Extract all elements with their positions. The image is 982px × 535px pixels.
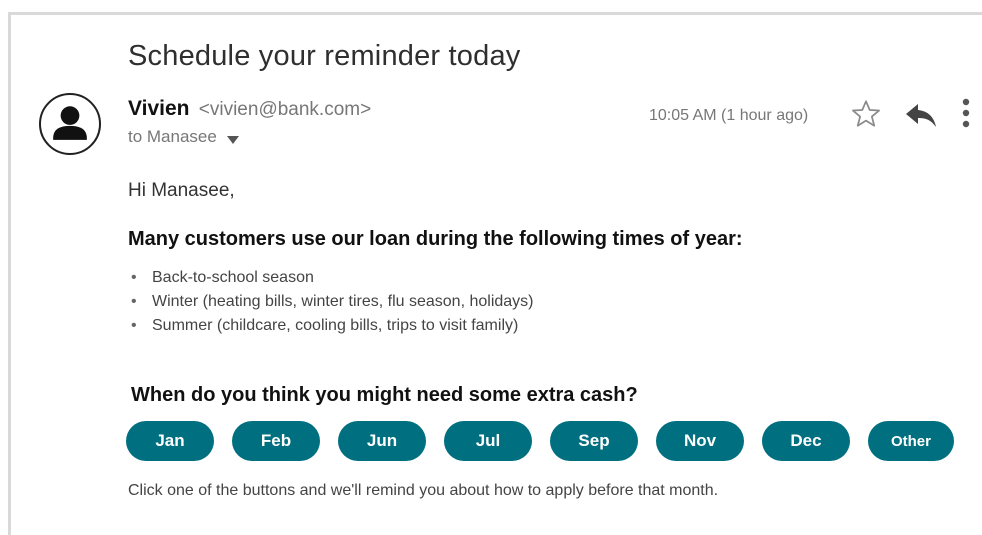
sender-email: <vivien@bank.com> (198, 99, 372, 120)
month-button-jan[interactable]: Jan (126, 421, 214, 461)
recipient-label: to Manasee (128, 127, 217, 146)
month-button-jun[interactable]: Jun (338, 421, 426, 461)
sender-avatar (39, 93, 101, 155)
month-buttons: Jan Feb Jun Jul Sep Nov Dec Other (126, 421, 954, 461)
more-vert-icon[interactable] (960, 97, 972, 129)
sender-name: Vivien (128, 97, 190, 120)
recipient-details-toggle[interactable]: to Manasee (128, 127, 239, 147)
reply-icon[interactable] (904, 101, 938, 129)
list-item: Winter (heating bills, winter tires, flu… (131, 290, 534, 314)
instruction-note: Click one of the buttons and we'll remin… (128, 482, 719, 499)
list-item: Summer (childcare, cooling bills, trips … (131, 314, 534, 338)
email-question: When do you think you might need some ex… (131, 384, 638, 406)
star-icon[interactable] (850, 98, 882, 130)
email-heading: Many customers use our loan during the f… (128, 228, 743, 250)
month-button-nov[interactable]: Nov (656, 421, 744, 461)
month-button-jul[interactable]: Jul (444, 421, 532, 461)
season-list: Back-to-school season Winter (heating bi… (131, 266, 534, 338)
sender-line: Vivien <vivien@bank.com> (128, 97, 371, 121)
person-icon (53, 106, 87, 140)
email-greeting: Hi Manasee, (128, 180, 235, 201)
month-button-sep[interactable]: Sep (550, 421, 638, 461)
chevron-down-icon[interactable] (226, 136, 239, 144)
month-button-dec[interactable]: Dec (762, 421, 850, 461)
list-item: Back-to-school season (131, 266, 534, 290)
email-subject: Schedule your reminder today (128, 40, 521, 72)
month-button-feb[interactable]: Feb (232, 421, 320, 461)
email-timestamp: 10:05 AM (1 hour ago) (649, 107, 809, 124)
month-button-other[interactable]: Other (868, 421, 954, 461)
